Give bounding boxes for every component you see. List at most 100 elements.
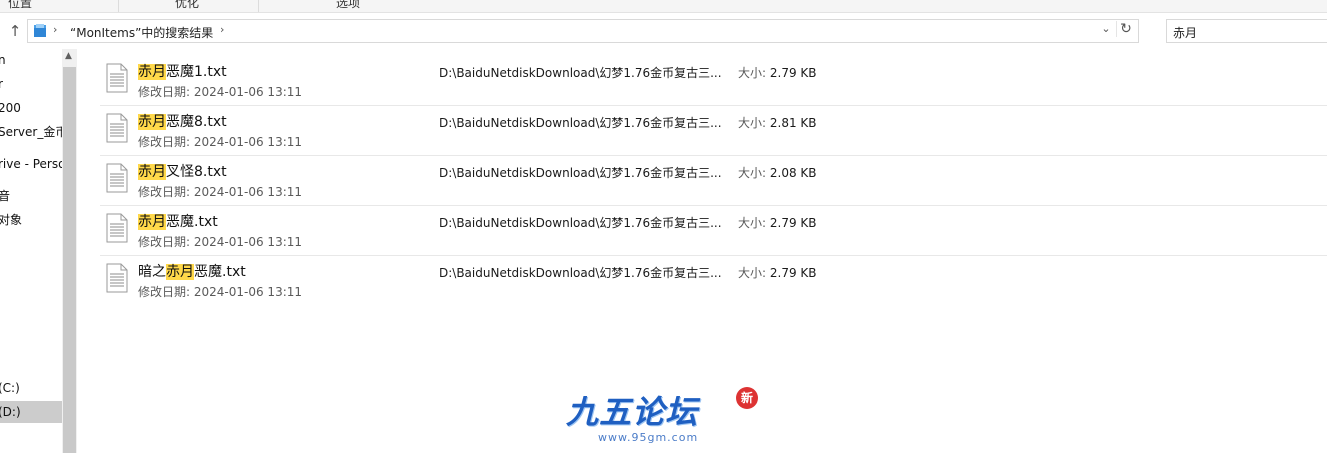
name-suffix: 恶魔8.txt [166,114,227,130]
nav-item-label: 对象 [0,213,23,227]
file-name: 暗之赤月恶魔.txt [138,261,246,281]
search-input[interactable]: 赤月 [1166,19,1327,43]
nav-item-drive-c[interactable]: (C:) [0,377,62,399]
file-size: 大小: 2.79 KB [738,64,817,81]
result-row[interactable]: 赤月叉怪8.txt 修改日期: 2024-01-06 13:11 D:\Baid… [100,155,1327,206]
file-path: D:\BaiduNetdiskDownload\幻梦1.76金币复古三... [439,166,722,180]
date-value: 2024-01-06 13:11 [193,235,303,249]
text-file-icon [106,113,128,143]
watermark-url: www.95gm.com [598,431,699,444]
date-label: 修改日期: [138,135,191,149]
nav-item-label: n [0,53,6,67]
name-highlight: 赤月 [138,64,166,80]
watermark-title: 九五论坛 [566,393,699,431]
name-suffix: 恶魔1.txt [166,64,227,80]
text-file-icon [106,163,128,193]
scrollbar-thumb[interactable] [63,67,76,453]
watermark-stamp: 新 [736,387,758,409]
date-label: 修改日期: [138,85,191,99]
nav-item[interactable]: 音 [0,185,62,207]
nav-item[interactable]: 对象 [0,209,62,231]
modified-date: 修改日期: 2024-01-06 13:11 [138,183,302,200]
ribbon-tab-options[interactable]: 选项 [336,0,360,11]
date-value: 2024-01-06 13:11 [193,135,303,149]
nav-item-label: 音 [0,189,11,203]
name-highlight: 赤月 [138,114,166,130]
name-suffix: 恶魔.txt [166,214,218,230]
nav-item[interactable]: r [0,73,62,95]
date-label: 修改日期: [138,185,191,199]
nav-item-label: (C:) [0,381,20,395]
size-value: 2.79 KB [769,266,817,280]
file-path: D:\BaiduNetdiskDownload\幻梦1.76金币复古三... [439,116,722,130]
size-value: 2.08 KB [769,166,817,180]
refresh-icon[interactable]: ↻ [1116,21,1135,37]
size-value: 2.79 KB [769,66,817,80]
result-row[interactable]: 赤月恶魔1.txt 修改日期: 2024-01-06 13:11 D:\Baid… [100,55,1327,106]
nav-item-label: rive - Perso [0,157,62,171]
size-label: 大小: [738,66,767,80]
file-name: 赤月恶魔8.txt [138,111,227,131]
ribbon-divider [258,0,259,12]
ribbon-divider [118,0,119,12]
ribbon-tab-optimize[interactable]: 优化 [175,0,199,11]
ribbon-tab-location[interactable]: 位置 [8,0,32,11]
size-label: 大小: [738,216,767,230]
file-size: 大小: 2.08 KB [738,164,817,181]
result-row[interactable]: 赤月恶魔.txt 修改日期: 2024-01-06 13:11 D:\Baidu… [100,205,1327,256]
nav-item-label: (D:) [0,405,21,419]
name-highlight: 赤月 [138,164,166,180]
chevron-right-icon[interactable]: › [220,23,224,36]
scroll-up-icon[interactable]: ▲ [65,51,72,61]
size-label: 大小: [738,266,767,280]
ribbon-tabs: 位置 优化 选项 [0,0,1327,13]
file-name: 赤月恶魔1.txt [138,61,227,81]
nav-item[interactable]: Server_金币 [0,121,62,143]
result-row[interactable]: 暗之赤月恶魔.txt 修改日期: 2024-01-06 13:11 D:\Bai… [100,255,1327,305]
up-arrow-icon[interactable]: ↑ [6,21,24,41]
modified-date: 修改日期: 2024-01-06 13:11 [138,233,302,250]
date-label: 修改日期: [138,285,191,299]
date-value: 2024-01-06 13:11 [193,185,303,199]
nav-item-label: r [0,77,3,91]
size-label: 大小: [738,116,767,130]
file-name: 赤月恶魔.txt [138,211,218,231]
file-size: 大小: 2.81 KB [738,114,817,131]
nav-item-label: Server_金币 [0,125,62,139]
nav-item[interactable]: 200 [0,97,62,119]
date-value: 2024-01-06 13:11 [193,285,303,299]
search-results-list: 赤月恶魔1.txt 修改日期: 2024-01-06 13:11 D:\Baid… [100,55,1327,305]
address-bar[interactable]: › “MonItems”中的搜索结果 › ⌄ ↻ [27,19,1139,43]
nav-scrollbar[interactable]: ▲ [62,49,77,453]
name-prefix: 暗之 [138,264,166,280]
date-label: 修改日期: [138,235,191,249]
address-path[interactable]: “MonItems”中的搜索结果 [70,24,213,41]
file-name: 赤月叉怪8.txt [138,161,227,181]
chevron-right-icon[interactable]: › [53,23,57,36]
name-highlight: 赤月 [138,214,166,230]
nav-item[interactable]: n [0,49,62,71]
result-row[interactable]: 赤月恶魔8.txt 修改日期: 2024-01-06 13:11 D:\Baid… [100,105,1327,156]
text-file-icon [106,63,128,93]
text-file-icon [106,213,128,243]
file-path: D:\BaiduNetdiskDownload\幻梦1.76金币复古三... [439,216,722,230]
file-path: D:\BaiduNetdiskDownload\幻梦1.76金币复古三... [439,66,722,80]
nav-item[interactable]: rive - Perso [0,153,62,175]
navigation-pane: n r 200 Server_金币 rive - Perso 音 对象 (C:)… [0,49,62,453]
watermark-logo: 九五论坛 新 www.95gm.com [560,385,760,453]
chevron-down-icon[interactable]: ⌄ [1098,22,1114,35]
address-row: ↑ › “MonItems”中的搜索结果 › ⌄ ↻ 赤月 [0,13,1327,49]
nav-item-drive-d[interactable]: (D:) [0,401,62,423]
file-path: D:\BaiduNetdiskDownload\幻梦1.76金币复古三... [439,266,722,280]
size-label: 大小: [738,166,767,180]
search-query[interactable]: 赤月 [1173,24,1197,41]
modified-date: 修改日期: 2024-01-06 13:11 [138,283,302,300]
name-suffix: 叉怪8.txt [166,164,227,180]
size-value: 2.81 KB [769,116,817,130]
name-suffix: 恶魔.txt [194,264,246,280]
file-size: 大小: 2.79 KB [738,264,817,281]
modified-date: 修改日期: 2024-01-06 13:11 [138,133,302,150]
date-value: 2024-01-06 13:11 [193,85,303,99]
text-file-icon [106,263,128,293]
file-size: 大小: 2.79 KB [738,214,817,231]
